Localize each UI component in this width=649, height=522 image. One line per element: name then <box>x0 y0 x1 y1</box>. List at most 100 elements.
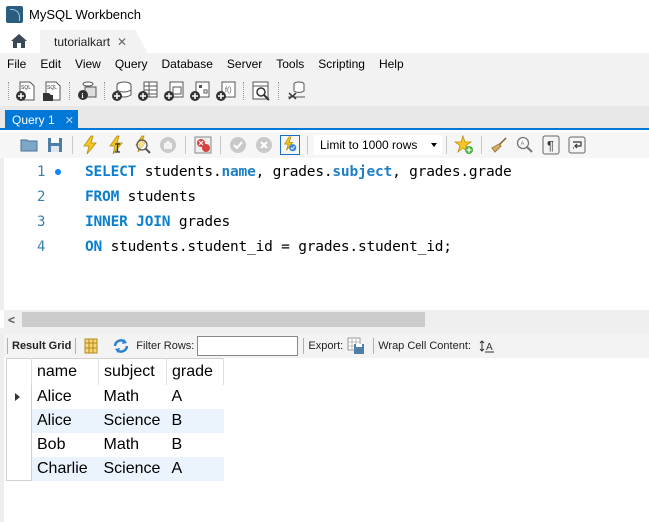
connection-tab[interactable]: tutorialkart ✕ <box>40 30 148 53</box>
reconnect-icon[interactable] <box>285 80 307 102</box>
cell-grade[interactable]: B <box>166 408 224 433</box>
query-tab[interactable]: Query 1 ✕ <box>5 110 78 130</box>
close-connection-tab-icon[interactable]: ✕ <box>117 35 127 49</box>
execute-all-icon[interactable] <box>80 135 100 155</box>
explain-icon[interactable] <box>132 135 152 155</box>
line-number: 1 <box>37 163 46 180</box>
row-header[interactable] <box>6 456 32 481</box>
cell-subject[interactable]: Math <box>99 433 167 457</box>
menu-query[interactable]: Query <box>108 57 155 71</box>
wrap-cell-content-icon[interactable]: A <box>479 339 495 353</box>
find-replace-icon[interactable]: A <box>515 135 535 155</box>
toolbar-separator <box>307 136 308 154</box>
result-grid-label[interactable]: Result Grid <box>12 340 71 352</box>
sql-text: , grades. <box>255 163 333 180</box>
execute-current-statement-icon[interactable] <box>106 135 126 155</box>
scrollbar-thumb[interactable] <box>22 312 425 327</box>
menu-bar: File Edit View Query Database Server Too… <box>0 53 649 75</box>
result-grid[interactable]: name subject grade Alice Math A Alice Scienc… <box>4 358 649 522</box>
cell-grade[interactable]: B <box>167 433 224 457</box>
column-header-subject[interactable]: subject <box>98 358 167 385</box>
toolbar-separator <box>373 338 375 354</box>
commit-icon[interactable] <box>228 135 248 155</box>
menu-view[interactable]: View <box>68 57 108 71</box>
inspector-icon[interactable]: i <box>76 80 98 102</box>
cell-grade[interactable]: A <box>167 385 224 409</box>
cell-name[interactable]: Alice <box>32 385 99 409</box>
row-header[interactable] <box>6 408 32 433</box>
cell-name[interactable]: Alice <box>31 408 99 433</box>
code-line[interactable]: 2 FROM students <box>4 184 649 209</box>
sql-keyword: FROM <box>85 188 120 205</box>
word-wrap-icon[interactable] <box>567 135 587 155</box>
row-header[interactable] <box>6 432 32 457</box>
cell-grade[interactable]: A <box>166 456 224 481</box>
toggle-stop-on-error-icon[interactable] <box>193 135 213 155</box>
svg-text:¶: ¶ <box>547 138 554 153</box>
menu-database[interactable]: Database <box>155 57 220 71</box>
create-schema-icon[interactable] <box>111 80 133 102</box>
code-line[interactable]: 4 ON students.student_id = grades.student… <box>4 234 649 259</box>
cell-name[interactable]: Bob <box>32 433 99 457</box>
create-procedure-icon[interactable] <box>189 80 211 102</box>
add-snippet-star-icon[interactable] <box>454 135 474 155</box>
row-header[interactable] <box>6 384 32 409</box>
sql-field: name <box>221 163 256 180</box>
table-row[interactable]: Charlie Science A <box>6 456 224 481</box>
create-function-icon[interactable]: f() <box>215 80 237 102</box>
toolbar-separator <box>69 81 70 100</box>
cell-subject[interactable]: Science <box>98 456 167 481</box>
sql-field: subject <box>332 163 393 180</box>
toolbar-separator <box>278 81 279 100</box>
header-row: name subject grade <box>6 358 224 385</box>
query-tab-label: Query 1 <box>12 113 55 127</box>
statement-marker-icon <box>55 169 61 175</box>
search-table-data-icon[interactable] <box>250 80 272 102</box>
close-query-tab-icon[interactable]: ✕ <box>65 114 74 127</box>
home-tab[interactable] <box>8 31 30 51</box>
open-file-icon[interactable] <box>19 135 39 155</box>
save-icon[interactable] <box>45 135 65 155</box>
home-icon <box>11 34 27 48</box>
cell-subject[interactable]: Math <box>99 385 167 409</box>
cell-name[interactable]: Charlie <box>31 456 99 481</box>
table-row[interactable]: Alice Science B <box>6 408 224 433</box>
editor-horizontal-scrollbar[interactable]: < <box>4 310 649 328</box>
create-table-icon[interactable] <box>137 80 159 102</box>
cell-subject[interactable]: Science <box>98 408 167 433</box>
code-line[interactable]: 1 SELECT students.name, grades.subject, g… <box>4 159 649 184</box>
refresh-icon[interactable] <box>112 338 130 354</box>
sql-text: students.student_id = grades.student_id; <box>102 238 452 255</box>
menu-help[interactable]: Help <box>372 57 411 71</box>
table-row[interactable]: Bob Math B <box>6 432 224 457</box>
sql-editor[interactable]: 1 SELECT students.name, grades.subject, g… <box>4 158 649 310</box>
table-row[interactable]: Alice Math A <box>6 384 224 409</box>
code-text: SELECT students.name, grades.subject, gr… <box>85 164 512 180</box>
grid-layout-icon[interactable] <box>84 338 98 354</box>
code-text: FROM students <box>85 189 196 205</box>
menu-scripting[interactable]: Scripting <box>311 57 372 71</box>
toggle-autocommit-icon[interactable] <box>280 135 300 155</box>
limit-rows-select[interactable]: Limit to 1000 rows <box>314 135 442 155</box>
menu-tools[interactable]: Tools <box>269 57 311 71</box>
filter-rows-input[interactable] <box>197 336 299 356</box>
menu-file[interactable]: File <box>0 57 33 71</box>
open-sql-script-icon[interactable]: SQL <box>41 80 63 102</box>
create-view-icon[interactable] <box>163 80 185 102</box>
new-sql-tab-icon[interactable]: SQL <box>15 80 37 102</box>
export-label: Export: <box>308 340 344 352</box>
invisible-characters-icon[interactable]: ¶ <box>541 135 561 155</box>
column-header-name[interactable]: name <box>31 358 99 385</box>
stop-icon[interactable] <box>158 135 178 155</box>
column-header-grade[interactable]: grade <box>166 358 224 385</box>
rollback-icon[interactable] <box>254 135 274 155</box>
export-icon[interactable] <box>347 337 365 355</box>
beautify-broom-icon[interactable] <box>489 135 509 155</box>
title-bar: MySQL Workbench <box>0 0 649 28</box>
menu-server[interactable]: Server <box>220 57 269 71</box>
svg-text:SQL: SQL <box>21 85 31 91</box>
code-line[interactable]: 3 INNER JOIN grades <box>4 209 649 234</box>
toolbar-separator <box>7 338 8 354</box>
scroll-left-icon[interactable]: < <box>8 313 15 327</box>
menu-edit[interactable]: Edit <box>33 57 68 71</box>
